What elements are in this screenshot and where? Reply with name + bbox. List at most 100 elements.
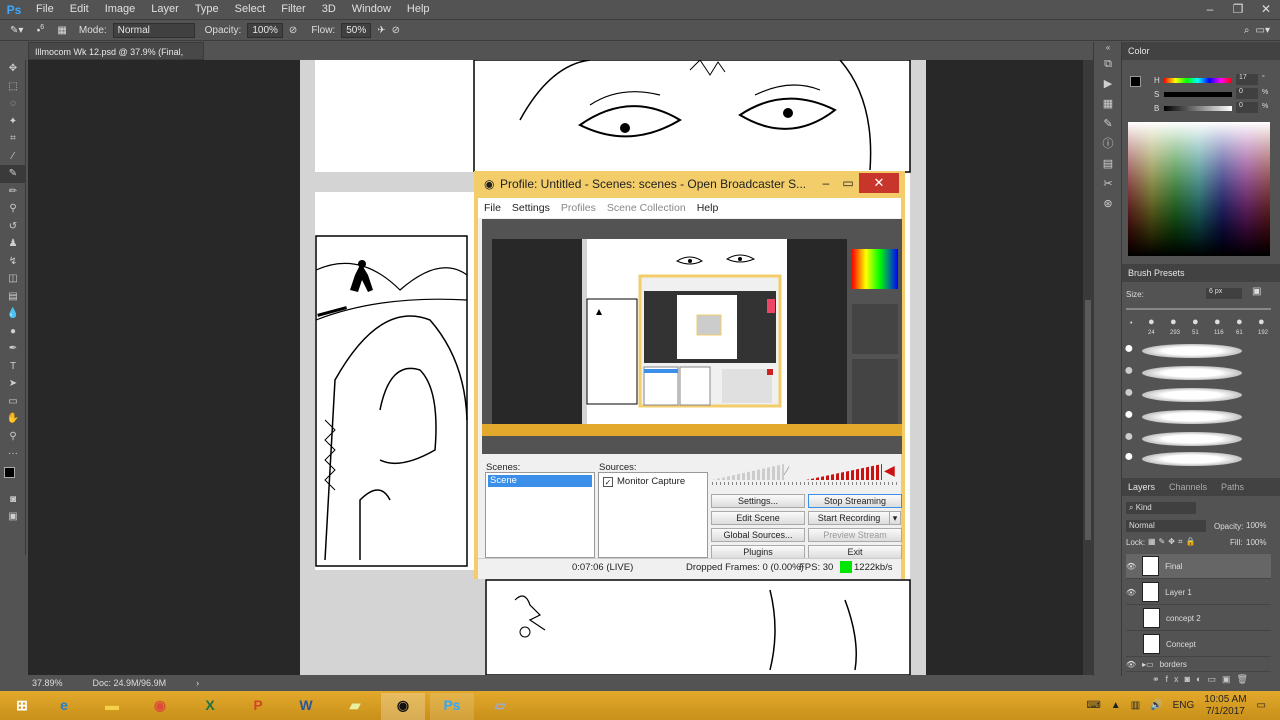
layer-row-borders[interactable]: 👁 ▸▭ borders (1126, 658, 1271, 672)
foreground-color-swatch[interactable] (1130, 76, 1141, 87)
blur-tool-icon[interactable]: 💧 (0, 305, 26, 323)
brightness-slider[interactable] (1164, 106, 1232, 111)
brush-tip-dot[interactable]: • (1130, 320, 1132, 327)
hand-tool-icon[interactable]: ✋ (0, 410, 26, 428)
powerpoint-icon[interactable]: P (236, 693, 280, 720)
channels-tab[interactable]: Channels (1169, 478, 1207, 496)
hue-slider[interactable] (1164, 78, 1232, 83)
edit-scene-button[interactable]: Edit Scene (711, 511, 805, 525)
move-tool-icon[interactable]: ✥ (0, 60, 26, 78)
lasso-tool-icon[interactable]: ◌ (0, 95, 26, 113)
screen-mode-icon[interactable]: ▣ (0, 508, 26, 526)
mic-icon[interactable]: ⁄ (786, 464, 788, 478)
layer-row-concept-2[interactable]: concept 2 (1126, 606, 1271, 631)
path-select-icon[interactable]: ➤ (0, 375, 26, 393)
brush-size-value[interactable]: 6 px (1206, 288, 1242, 299)
paths-tab[interactable]: Paths (1221, 478, 1244, 496)
search-icon[interactable]: ⌕ (1244, 25, 1250, 36)
link-icon[interactable]: ⚭ (1152, 674, 1166, 684)
default-colors-icon[interactable] (0, 463, 26, 491)
collapse-icon[interactable]: « (1094, 42, 1122, 54)
hue-value[interactable]: 17 (1236, 74, 1258, 85)
brush-stroke-dot-6[interactable]: ● (1124, 448, 1134, 466)
brush-size-preview[interactable]: •6 (29, 24, 51, 36)
obs-title-bar[interactable]: ◉ Profile: Untitled - Scenes: scenes - O… (478, 171, 901, 198)
menu-select[interactable]: Select (227, 0, 274, 19)
settings-button[interactable]: Settings... (711, 494, 805, 508)
mask-icon[interactable]: ◙ (1185, 674, 1196, 684)
marquee-tool-icon[interactable]: ⬚ (0, 78, 26, 96)
color-spectrum[interactable] (1128, 122, 1270, 256)
brush-tip-2[interactable]: ● (1170, 316, 1177, 328)
preview-stream-button[interactable]: Preview Stream (808, 528, 902, 542)
flow-input[interactable]: 50% (341, 22, 372, 38)
brush-stroke-1[interactable] (1142, 344, 1242, 358)
menu-image[interactable]: Image (97, 0, 144, 19)
pen-tool-icon[interactable]: ✒ (0, 340, 26, 358)
menu-3d[interactable]: 3D (314, 0, 344, 19)
rectangle-tool-icon[interactable]: ▭ (0, 393, 26, 411)
trash-icon[interactable]: 🗑 (1236, 674, 1253, 684)
eye-icon[interactable]: 👁 (1126, 660, 1136, 669)
menu-edit[interactable]: Edit (62, 0, 97, 19)
speaker-icon[interactable]: ◀ (884, 462, 895, 479)
actions-panel-icon[interactable]: ▶ (1094, 74, 1122, 94)
saturation-value[interactable]: 0 (1236, 88, 1258, 99)
brush-stroke-3[interactable] (1142, 388, 1242, 402)
brush-presets-tab[interactable]: Brush Presets (1122, 264, 1280, 282)
menu-file[interactable]: File (28, 0, 62, 19)
obs-menu-profiles[interactable]: Profiles (555, 198, 601, 218)
brush-stroke-dot-4[interactable]: ● (1124, 406, 1134, 424)
obs-menu-settings[interactable]: Settings (506, 198, 555, 218)
zoom-tool-icon[interactable]: ⚲ (0, 428, 26, 446)
crop-tool-icon[interactable]: ⌗ (0, 130, 26, 148)
brush-tool-icon[interactable]: ✎▾ (10, 25, 23, 36)
internet-explorer-icon[interactable]: e (42, 693, 86, 720)
fx-icon[interactable]: fx (1166, 674, 1185, 684)
layer-row-layer-1[interactable]: 👁 Layer 1 (1126, 580, 1271, 605)
excel-icon[interactable]: X (188, 693, 232, 720)
stop-streaming-button[interactable]: Stop Streaming (808, 494, 902, 508)
layer-row-final[interactable]: 👁 Final (1126, 554, 1271, 579)
scenes-list[interactable]: Scene (485, 472, 595, 558)
brush-stroke-2[interactable] (1142, 366, 1242, 380)
notepad-icon[interactable]: ▱ (478, 693, 522, 720)
brush-stroke-5[interactable] (1142, 432, 1242, 446)
obs-icon[interactable]: ◉ (381, 693, 425, 720)
notifications-icon[interactable]: ▭ (1257, 700, 1266, 711)
brush-size-slider[interactable] (1126, 308, 1271, 310)
tool-presets-icon[interactable]: ✂ (1094, 174, 1122, 194)
stamp-tool-icon[interactable]: ⚲ (0, 200, 26, 218)
pencil-tool-icon[interactable]: ✏ (0, 183, 26, 201)
type-tool-icon[interactable]: T (0, 358, 26, 376)
obs-maximize-button[interactable]: ▭ (837, 171, 859, 198)
scene-item[interactable]: Scene (488, 475, 592, 487)
stamp-clone-icon[interactable]: ♟ (0, 235, 26, 253)
history-panel-icon[interactable]: ⧉ (1094, 54, 1122, 74)
workspace-icon[interactable]: ▭▾ (1256, 25, 1270, 36)
brush-panel-icon[interactable]: ▦ (57, 25, 66, 36)
new-layer-icon[interactable]: ▣ (1222, 674, 1237, 684)
photo-viewer-icon[interactable]: ▰ (333, 693, 377, 720)
group-icon[interactable]: ▭ (1207, 674, 1222, 684)
pressure-opacity-icon[interactable]: ⊘ (289, 25, 297, 36)
eyedropper-icon[interactable]: ⁄ (0, 148, 26, 166)
obs-menu-scene-collection[interactable]: Scene Collection (601, 198, 691, 218)
windows-start-icon[interactable]: ⊞ (0, 693, 44, 720)
brush-tip-3[interactable]: ● (1192, 316, 1199, 328)
brush-stroke-6[interactable] (1142, 452, 1242, 466)
brightness-value[interactable]: 0 (1236, 102, 1258, 113)
sources-list[interactable]: ✓ Monitor Capture (598, 472, 708, 558)
source-item[interactable]: ✓ Monitor Capture (601, 475, 705, 489)
quick-mask-icon[interactable]: ◙ (0, 491, 26, 509)
magic-wand-icon[interactable]: ✦ (0, 113, 26, 131)
word-icon[interactable]: W (284, 693, 328, 720)
more-tools-icon[interactable]: ··· (0, 445, 26, 463)
obs-minimize-button[interactable]: – (815, 171, 837, 198)
brush-stroke-dot-5[interactable]: ● (1124, 428, 1134, 446)
pressure-size-icon[interactable]: ⊘ (392, 25, 400, 36)
adjust-icon[interactable]: ◐ (1196, 674, 1207, 684)
language-indicator[interactable]: ENG (1173, 700, 1195, 711)
blend-mode-select[interactable]: Normal (1126, 520, 1206, 532)
fill-value[interactable]: 100% (1246, 538, 1266, 547)
